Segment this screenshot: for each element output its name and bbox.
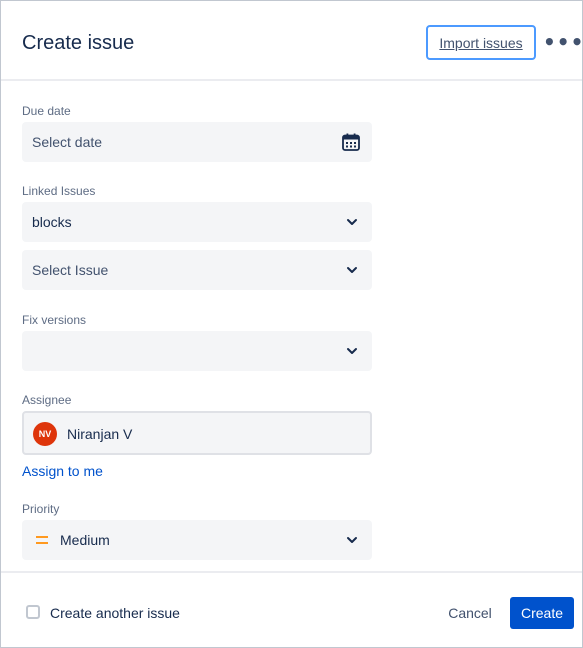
priority-medium-icon (36, 536, 50, 546)
link-type-select[interactable]: blocks (22, 202, 372, 242)
import-issues-button[interactable]: Import issues (426, 25, 536, 60)
priority-value: Medium (60, 532, 110, 548)
dialog-body[interactable]: Due date Select date Linked Issues block… (1, 83, 582, 571)
create-another-label[interactable]: Create another issue (50, 605, 180, 621)
assignee-select[interactable]: NV Niranjan V (22, 411, 372, 455)
dialog-header: Create issue Import issues ••• (1, 1, 582, 81)
more-options-icon[interactable]: ••• (543, 31, 582, 53)
avatar: NV (33, 422, 57, 446)
create-button[interactable]: Create (510, 597, 574, 629)
linked-issues-label: Linked Issues (22, 184, 96, 198)
assignee-label: Assignee (22, 393, 72, 407)
linked-issue-select[interactable]: Select Issue (22, 250, 372, 290)
chevron-down-icon (347, 219, 357, 225)
fix-versions-label: Fix versions (22, 313, 87, 327)
calendar-icon[interactable] (341, 132, 361, 152)
linked-issue-placeholder: Select Issue (32, 262, 109, 278)
chevron-down-icon (347, 537, 357, 543)
due-date-label: Due date (22, 104, 71, 118)
priority-label: Priority (22, 502, 60, 516)
link-type-value: blocks (32, 214, 72, 230)
fix-versions-select[interactable] (22, 331, 372, 371)
create-another-checkbox[interactable] (26, 605, 40, 619)
priority-select[interactable]: Medium (22, 520, 372, 560)
dialog-footer: Create another issue Cancel Create (1, 571, 582, 647)
dialog-title: Create issue (22, 32, 135, 54)
due-date-picker[interactable]: Select date (22, 122, 372, 162)
assign-to-me-link[interactable]: Assign to me (22, 463, 103, 479)
due-date-placeholder: Select date (32, 134, 103, 150)
chevron-down-icon (347, 267, 357, 273)
create-issue-dialog: Create issue Import issues ••• Due date … (0, 0, 583, 648)
cancel-button[interactable]: Cancel (441, 597, 499, 629)
chevron-down-icon (347, 348, 357, 354)
assignee-name: Niranjan V (67, 426, 133, 442)
